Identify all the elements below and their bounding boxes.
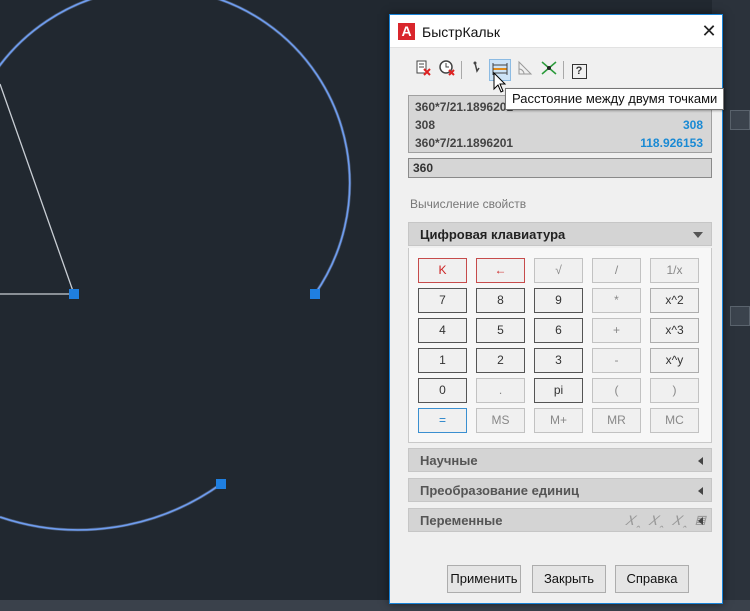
variables-panel-header[interactable]: Переменные 𝑋ꞈ 𝑋ꞈ 𝑋ꞈ ▤	[408, 508, 712, 532]
tooltip: Расстояние между двумя точками	[505, 88, 725, 110]
expression-input[interactable]: 360	[408, 158, 712, 178]
key-multiply[interactable]: *	[592, 288, 641, 313]
scientific-panel-label: Научные	[420, 453, 478, 468]
key-pi[interactable]: pi	[534, 378, 583, 403]
arc-upper[interactable]	[0, 0, 352, 295]
key-9[interactable]: 9	[534, 288, 583, 313]
grip-arc-end[interactable]	[310, 289, 320, 299]
variables-toolbar-icons[interactable]: 𝑋ꞈ 𝑋ꞈ 𝑋ꞈ ▤	[625, 513, 707, 529]
chevron-left-icon	[698, 457, 703, 465]
key-decimal[interactable]: .	[476, 378, 525, 403]
host-panel-button[interactable]	[730, 110, 750, 130]
intersection-icon[interactable]	[538, 59, 560, 81]
key-5[interactable]: 5	[476, 318, 525, 343]
arc-upper-core	[0, 0, 351, 295]
grip-center[interactable]	[69, 289, 79, 299]
chevron-down-icon	[693, 232, 703, 238]
history-expression: 308	[415, 118, 436, 132]
chevron-left-icon	[698, 517, 703, 525]
history-expression: 360*7/21.1896201	[415, 100, 514, 114]
key-minus[interactable]: -	[592, 348, 641, 373]
history-row[interactable]: 360*7/21.1896201 118.926153	[415, 134, 707, 152]
key-2[interactable]: 2	[476, 348, 525, 373]
arc-lower[interactable]	[0, 482, 222, 532]
key-memory-clear[interactable]: MC	[650, 408, 699, 433]
toolbar-separator	[461, 61, 462, 79]
key-backspace[interactable]: ←	[476, 258, 525, 283]
clear-icon[interactable]	[412, 59, 434, 81]
grip-lower-arc-end[interactable]	[216, 479, 226, 489]
key-equals[interactable]: =	[418, 408, 467, 433]
key-power[interactable]: x^y	[650, 348, 699, 373]
help-button[interactable]: Справка	[615, 565, 689, 593]
history-row[interactable]: 308 308	[415, 116, 707, 134]
clear-history-icon[interactable]	[436, 59, 458, 81]
key-square[interactable]: x^2	[650, 288, 699, 313]
autocad-logo-icon: A	[398, 23, 415, 40]
radius-line-diagonal[interactable]	[0, 83, 75, 295]
key-7[interactable]: 7	[418, 288, 467, 313]
close-button[interactable]: Закрыть	[532, 565, 606, 593]
variables-panel-label: Переменные	[420, 513, 503, 528]
help-icon[interactable]: ?	[568, 59, 590, 81]
key-open-paren[interactable]: (	[592, 378, 641, 403]
key-1[interactable]: 1	[418, 348, 467, 373]
host-panel-button-2[interactable]	[730, 306, 750, 326]
keypad-panel-label: Цифровая клавиатура	[420, 227, 566, 242]
dialog-titlebar[interactable]: A БыстрКальк ✕	[390, 15, 722, 48]
key-memory-add[interactable]: M+	[534, 408, 583, 433]
number-pad: K ← √ / 1/x 7 8 9 * x^2 4 5 6 + x^3 1 2 …	[408, 248, 712, 443]
key-6[interactable]: 6	[534, 318, 583, 343]
arc-lower-core	[0, 483, 222, 531]
key-close-paren[interactable]: )	[650, 378, 699, 403]
key-divide[interactable]: /	[592, 258, 641, 283]
key-sqrt[interactable]: √	[534, 258, 583, 283]
section-hint: Вычисление свойств	[410, 197, 527, 211]
key-memory-store[interactable]: MS	[476, 408, 525, 433]
key-4[interactable]: 4	[418, 318, 467, 343]
toolbar: ?	[412, 59, 612, 81]
key-clear[interactable]: K	[418, 258, 467, 283]
history-expression: 360*7/21.1896201	[415, 136, 514, 150]
key-cube[interactable]: x^3	[650, 318, 699, 343]
get-coordinates-icon[interactable]	[466, 59, 488, 81]
scientific-panel-header[interactable]: Научные	[408, 448, 712, 472]
close-icon[interactable]: ✕	[698, 20, 720, 42]
apply-button[interactable]: Применить	[447, 565, 521, 593]
key-plus[interactable]: +	[592, 318, 641, 343]
key-memory-recall[interactable]: MR	[592, 408, 641, 433]
units-panel-label: Преобразование единиц	[420, 483, 579, 498]
angle-of-line-icon[interactable]	[514, 59, 536, 81]
units-panel-header[interactable]: Преобразование единиц	[408, 478, 712, 502]
key-reciprocal[interactable]: 1/x	[650, 258, 699, 283]
key-3[interactable]: 3	[534, 348, 583, 373]
toolbar-separator	[563, 61, 564, 79]
key-8[interactable]: 8	[476, 288, 525, 313]
history-result: 308	[682, 118, 703, 132]
key-0[interactable]: 0	[418, 378, 467, 403]
help-icon-glyph: ?	[571, 64, 587, 79]
dialog-title: БыстрКальк	[422, 24, 500, 40]
keypad-panel-header[interactable]: Цифровая клавиатура	[408, 222, 712, 246]
chevron-left-icon	[698, 487, 703, 495]
history-result: 118.926153	[640, 136, 703, 150]
